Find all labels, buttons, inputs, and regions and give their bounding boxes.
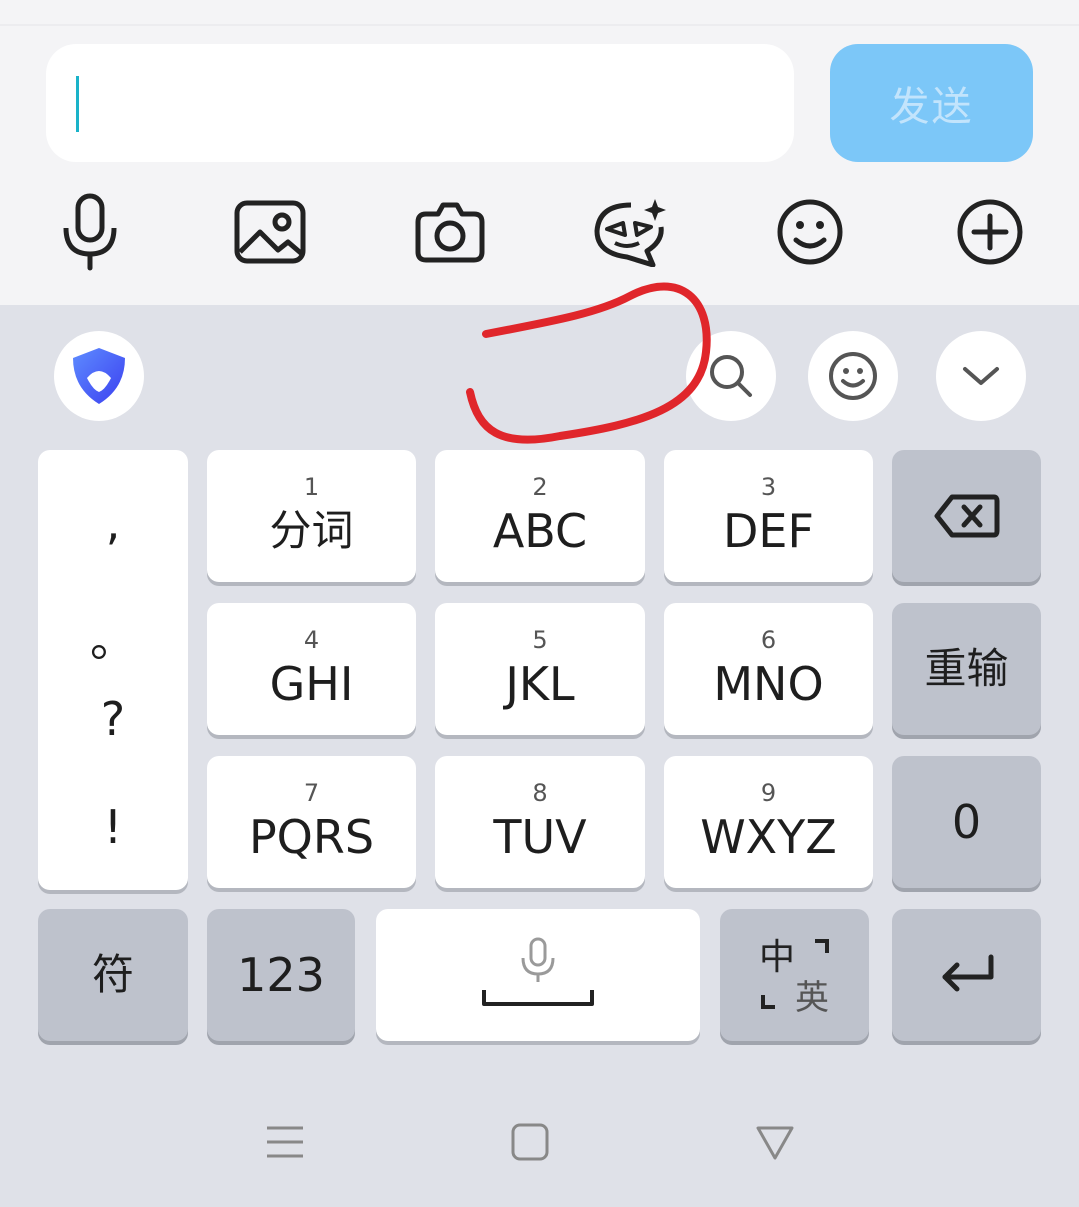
key-label: TUV <box>493 810 587 864</box>
keyboard-emoji-icon[interactable] <box>808 331 898 421</box>
lang-switch-key[interactable]: 中 英 <box>720 909 869 1041</box>
key-8[interactable]: 8 TUV <box>435 756 645 888</box>
key-number: 7 <box>303 779 320 807</box>
search-icon[interactable] <box>686 331 776 421</box>
punct-question[interactable]: ? <box>38 692 188 746</box>
key-label: ABC <box>492 504 588 558</box>
home-nav-icon[interactable] <box>500 1112 560 1172</box>
text-caret <box>76 76 79 132</box>
enter-icon <box>942 954 993 992</box>
lang-alt: 英 <box>795 978 829 1015</box>
key-6[interactable]: 6 MNO <box>664 603 873 735</box>
key-7[interactable]: 7 PQRS <box>207 756 416 888</box>
key-number: 3 <box>760 473 777 501</box>
image-icon[interactable] <box>228 190 312 274</box>
key-1[interactable]: 1 分词 <box>207 450 416 582</box>
key-5[interactable]: 5 JKL <box>435 603 645 735</box>
send-button[interactable]: 发送 <box>830 44 1033 162</box>
voice-icon <box>521 937 555 982</box>
key-9[interactable]: 9 WXYZ <box>664 756 873 888</box>
key-number: 5 <box>532 626 548 654</box>
key-number: 1 <box>303 473 320 501</box>
compose-bar: 发送 <box>0 0 1079 305</box>
key-label: 符 <box>91 950 134 999</box>
key-label: JKL <box>505 657 575 711</box>
backspace-key[interactable] <box>892 450 1041 582</box>
key-number: 8 <box>532 779 548 807</box>
punct-comma[interactable]: , <box>38 496 188 550</box>
key-number: 4 <box>303 626 320 654</box>
ai-assistant-icon[interactable] <box>588 190 672 274</box>
lang-switch-icon: 中 英 <box>759 937 829 1015</box>
menu-nav-icon[interactable] <box>255 1112 315 1172</box>
space-key[interactable] <box>376 909 700 1041</box>
key-number: 9 <box>760 779 777 807</box>
key-label: 123 <box>237 948 325 1002</box>
key-label: WXYZ <box>700 810 837 864</box>
key-label: MNO <box>713 657 824 711</box>
emoji-icon[interactable] <box>768 190 852 274</box>
key-0[interactable]: 0 <box>892 756 1041 888</box>
camera-icon[interactable] <box>408 190 492 274</box>
space-bar-icon <box>482 990 594 1006</box>
key-label: GHI <box>269 657 354 711</box>
mic-icon[interactable] <box>48 190 132 274</box>
numeric-key[interactable]: 123 <box>207 909 355 1041</box>
collapse-keyboard-icon[interactable] <box>936 331 1026 421</box>
key-label: PQRS <box>248 810 375 864</box>
message-input[interactable] <box>46 44 794 162</box>
punct-exclamation[interactable]: ! <box>38 800 188 854</box>
lang-main: 中 <box>759 937 795 978</box>
divider <box>0 24 1079 26</box>
key-4[interactable]: 4 GHI <box>207 603 416 735</box>
key-number: 2 <box>532 473 548 501</box>
enter-key[interactable] <box>892 909 1041 1041</box>
key-label: DEF <box>723 504 814 558</box>
plus-icon[interactable] <box>948 190 1032 274</box>
punct-period[interactable]: 。 <box>38 604 188 670</box>
back-nav-icon[interactable] <box>745 1112 805 1172</box>
backspace-icon <box>934 494 999 538</box>
key-label: 0 <box>951 795 982 849</box>
key-number: 6 <box>760 626 777 654</box>
reenter-key[interactable]: 重输 <box>892 603 1041 735</box>
key-2[interactable]: 2 ABC <box>435 450 645 582</box>
key-3[interactable]: 3 DEF <box>664 450 873 582</box>
ime-logo-icon[interactable] <box>54 331 144 421</box>
key-label: 分词 <box>269 506 354 555</box>
key-label: 重输 <box>924 644 1009 693</box>
symbol-key[interactable]: 符 <box>38 909 188 1041</box>
